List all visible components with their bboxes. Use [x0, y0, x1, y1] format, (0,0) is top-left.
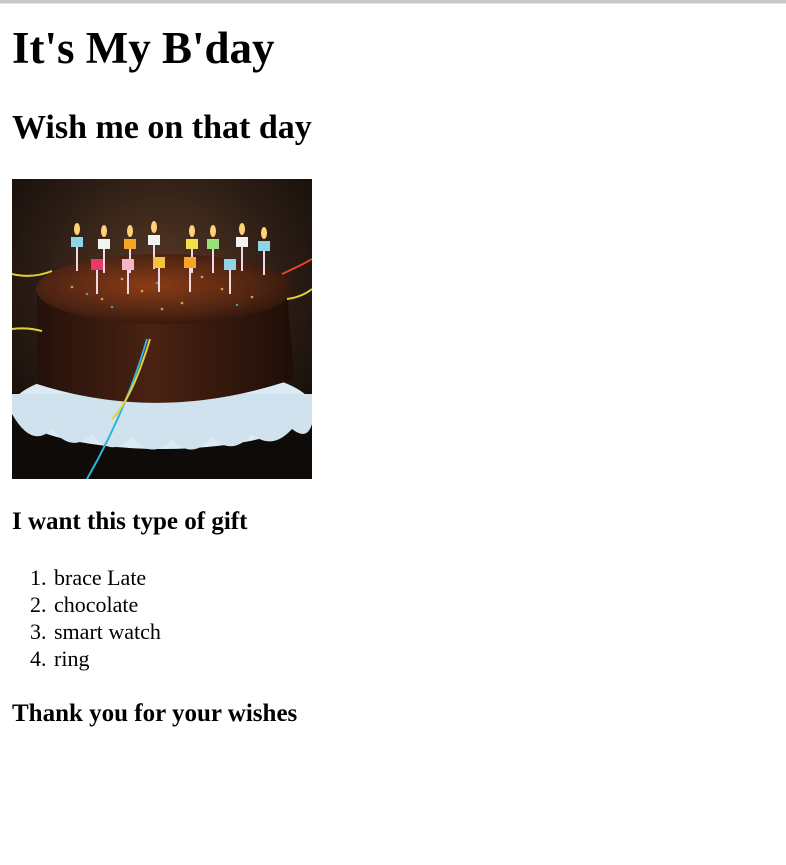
page-subtitle: Wish me on that day: [12, 109, 312, 146]
list-item: smart watch: [52, 618, 786, 645]
list-item: brace Late: [52, 564, 786, 591]
birthday-cake-image: [12, 179, 312, 479]
gift-list: brace Late chocolate smart watch ring: [12, 564, 786, 672]
list-item: chocolate: [52, 591, 786, 618]
page-title: It's My B'day: [12, 23, 275, 73]
list-item: ring: [52, 645, 786, 672]
closing-message: Thank you for your wishes: [12, 700, 298, 727]
gift-heading: I want this type of gift: [12, 508, 248, 535]
page-content: It's My B'day Wish me on that day I want…: [12, 4, 786, 730]
